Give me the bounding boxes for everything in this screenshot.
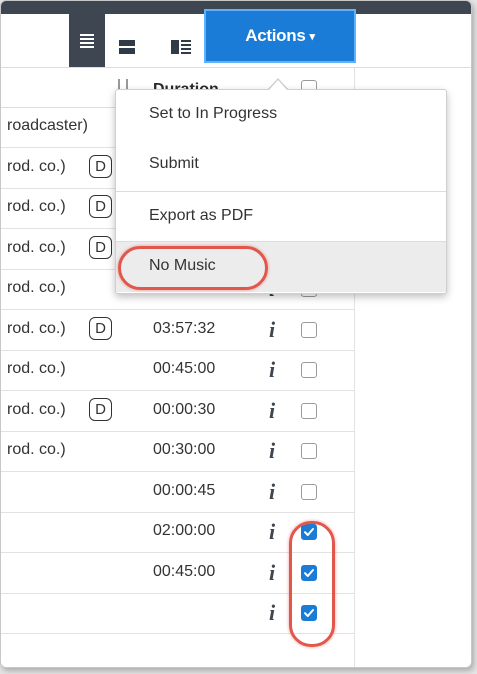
status-badge: D	[89, 316, 112, 340]
annotation-highlight-checkboxes	[289, 521, 335, 647]
info-icon[interactable]: i	[269, 560, 275, 586]
menu-item-set-in-progress[interactable]: Set to In Progress	[116, 90, 446, 138]
row-duration: 00:30:00	[153, 441, 216, 458]
app-window: Actions ▾ Duration roadcaster)irod. co.)…	[0, 0, 472, 668]
info-icon[interactable]: i	[269, 519, 275, 545]
row-title: rod. co.)	[7, 360, 66, 377]
table-row[interactable]: 00:00:45 i	[1, 472, 354, 513]
info-icon[interactable]: i	[269, 317, 275, 343]
row-duration: 00:00:30	[153, 400, 216, 418]
row-title: rod. co.)	[7, 441, 66, 458]
row-duration: 03:57:32	[153, 319, 216, 337]
info-icon[interactable]: i	[269, 438, 275, 464]
grid-view-icon	[171, 40, 191, 54]
row-checkbox[interactable]	[301, 402, 317, 419]
info-icon[interactable]: i	[269, 479, 275, 505]
row-checkbox[interactable]	[301, 483, 317, 500]
compact-view-button[interactable]	[109, 27, 145, 67]
row-title: rod. co.)	[7, 400, 66, 418]
row-title: rod. co.)	[7, 238, 66, 256]
row-duration: 02:00:00	[153, 522, 216, 539]
actions-label: Actions	[245, 26, 306, 45]
row-duration: 00:00:45	[153, 481, 216, 499]
row-checkbox[interactable]	[301, 321, 317, 338]
table-row[interactable]: rod. co.) 00:45:00 i	[1, 350, 354, 391]
table-row[interactable]: rod. co.) D 00:00:30 i	[1, 391, 354, 432]
menu-pointer-fill	[268, 80, 288, 91]
info-icon[interactable]: i	[269, 357, 275, 383]
status-badge: D	[89, 154, 112, 178]
status-badge: D	[89, 195, 112, 218]
row-title: rod. co.)	[7, 279, 66, 296]
list-view-icon	[80, 33, 94, 48]
annotation-highlight-no-music	[118, 246, 268, 290]
row-checkbox[interactable]	[301, 362, 317, 378]
menu-item-export-pdf[interactable]: Export as PDF	[116, 192, 446, 240]
chevron-down-icon: ▾	[309, 30, 316, 43]
list-view-button[interactable]	[69, 14, 105, 67]
info-icon[interactable]: i	[269, 600, 275, 626]
row-title: rod. co.)	[7, 319, 66, 337]
row-duration: 00:45:00	[153, 360, 216, 377]
menu-item-label: Set to In Progress	[149, 105, 278, 122]
actions-button[interactable]: Actions ▾	[206, 11, 354, 61]
grid-view-button[interactable]	[163, 27, 199, 67]
status-badge: D	[89, 235, 112, 259]
info-icon[interactable]: i	[269, 398, 275, 424]
table-row[interactable]: rod. co.) 00:30:00 i	[1, 431, 354, 472]
menu-item-submit[interactable]: Submit	[116, 140, 446, 188]
table-row[interactable]: rod. co.) D 03:57:32 i	[1, 310, 354, 351]
row-title: rod. co.)	[7, 198, 66, 215]
status-badge: D	[89, 397, 112, 421]
menu-item-label: Submit	[149, 155, 199, 172]
row-checkbox[interactable]	[301, 443, 317, 459]
menu-item-label: Export as PDF	[149, 207, 254, 224]
row-duration: 00:45:00	[153, 562, 216, 580]
row-title: roadcaster)	[7, 117, 88, 134]
row-title: rod. co.)	[7, 157, 66, 175]
compact-view-icon	[119, 40, 135, 54]
